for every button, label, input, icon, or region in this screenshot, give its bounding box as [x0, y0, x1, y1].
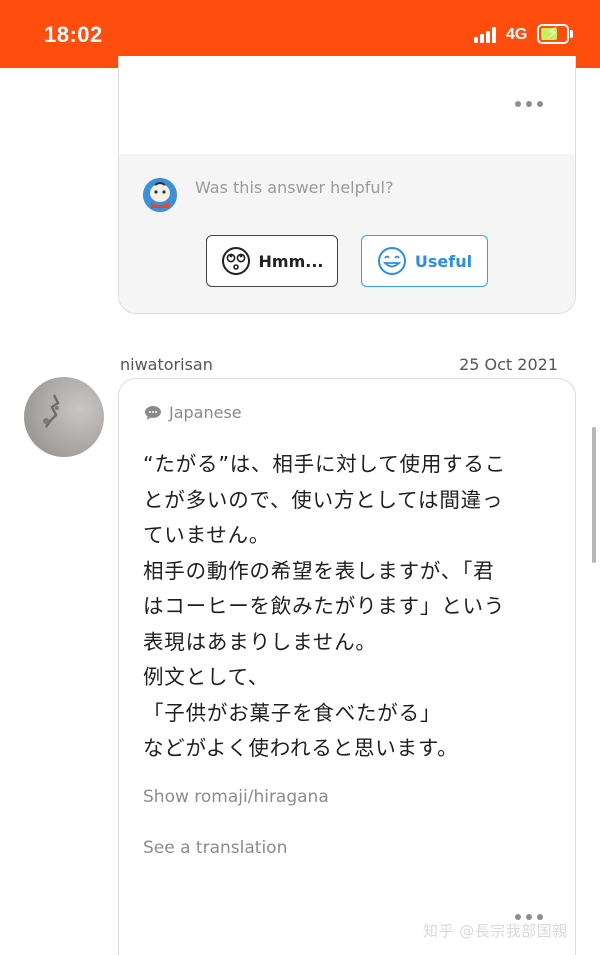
scrollbar[interactable]	[592, 427, 596, 563]
smiling-face-icon	[377, 247, 406, 275]
language-row: Japanese	[145, 403, 242, 422]
speech-bubble-icon	[145, 405, 161, 420]
helpful-question: Was this answer helpful?	[195, 178, 394, 197]
answer-card: Japanese “たがる”は、相手に対して使用するこ とが多いので、使い方とし…	[118, 378, 576, 955]
answer-username[interactable]: niwatorisan	[120, 355, 213, 374]
watermark: 知乎 @長宗我部国親	[423, 922, 568, 940]
bot-avatar-icon	[143, 178, 177, 212]
show-romaji-link[interactable]: Show romaji/hiragana	[143, 787, 329, 807]
answer-body: “たがる”は、相手に対して使用するこ とが多いので、使い方としては間違っ ていま…	[143, 452, 507, 760]
useful-button[interactable]: Useful	[361, 235, 488, 287]
battery-charging-icon: ⚡	[537, 23, 569, 44]
answer-meta: niwatorisan 25 Oct 2021	[120, 355, 558, 374]
signal-icon	[474, 27, 500, 43]
more-dots-icon[interactable]	[515, 101, 543, 107]
battery-tip	[570, 30, 573, 38]
previous-answer-card: Was this answer helpful? Hmm... Useful	[118, 56, 576, 314]
feedback-panel: Was this answer helpful? Hmm... Useful	[119, 154, 575, 313]
rolling-eyes-face-icon	[221, 247, 250, 275]
see-translation-link[interactable]: See a translation	[143, 838, 287, 858]
hmm-button[interactable]: Hmm...	[206, 235, 338, 287]
useful-button-label: Useful	[414, 251, 473, 271]
network-type: 4G	[506, 26, 528, 43]
status-time: 18:02	[44, 22, 103, 47]
avatar[interactable]	[24, 377, 104, 457]
answer-date: 25 Oct 2021	[459, 355, 558, 374]
answer-language: Japanese	[169, 403, 242, 422]
hmm-button-label: Hmm...	[258, 251, 324, 271]
